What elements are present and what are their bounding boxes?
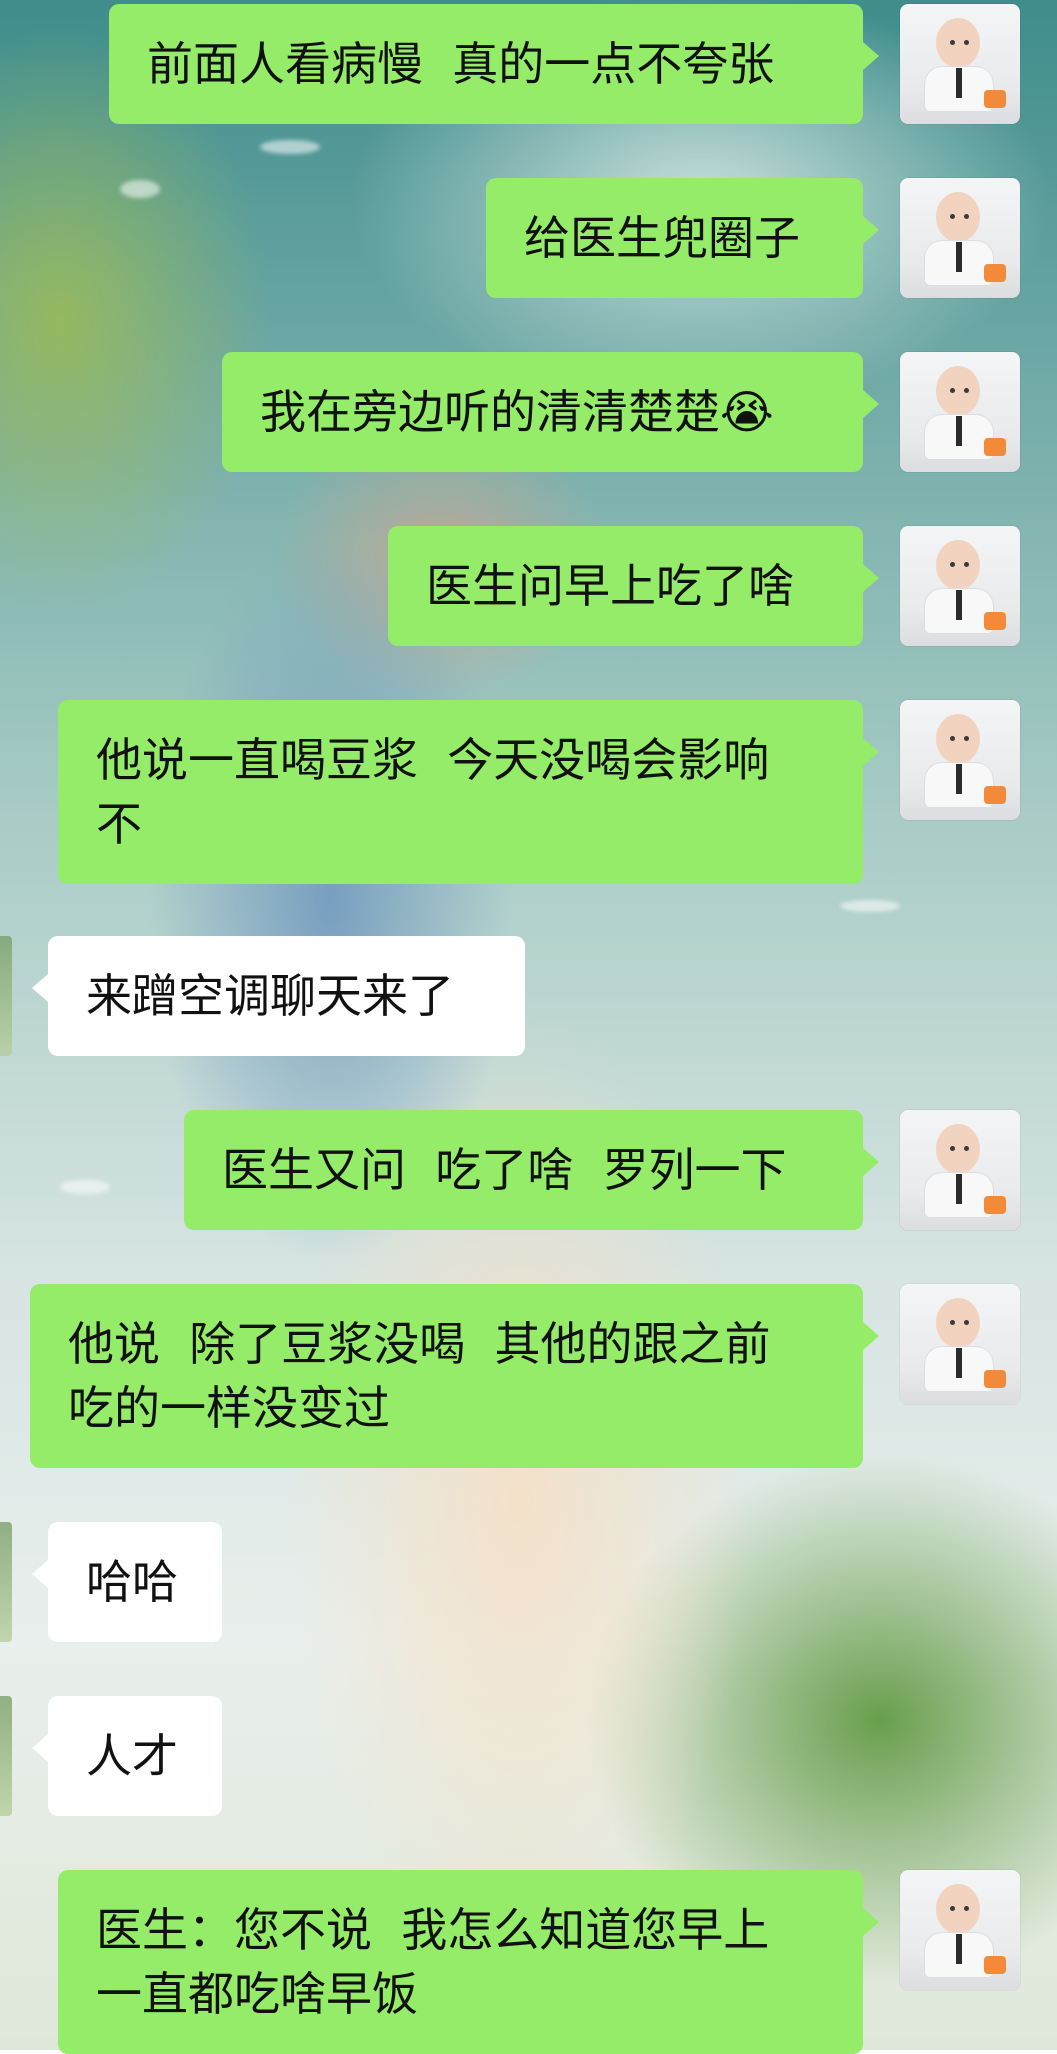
message-bubble-outgoing[interactable]: 医生：您不说 我怎么知道您早上 一直都吃啥早饭	[58, 1870, 879, 2054]
self-avatar[interactable]	[900, 1870, 1020, 1990]
message-bubble-outgoing[interactable]: 我在旁边听的清清楚楚😭	[222, 352, 879, 472]
self-avatar[interactable]	[900, 178, 1020, 298]
contact-avatar[interactable]	[0, 936, 12, 1056]
message-bubble-incoming[interactable]: 哈哈	[32, 1522, 222, 1642]
message-bubble-outgoing[interactable]: 医生问早上吃了啥	[388, 526, 879, 646]
self-avatar[interactable]	[900, 700, 1020, 820]
message-bubble-outgoing[interactable]: 他说 除了豆浆没喝 其他的跟之前 吃的一样没变过	[30, 1284, 879, 1468]
message-bubble-incoming[interactable]: 人才	[32, 1696, 222, 1816]
message-bubble-incoming[interactable]: 来蹭空调聊天来了	[32, 936, 525, 1056]
self-avatar[interactable]	[900, 526, 1020, 646]
self-avatar[interactable]	[900, 352, 1020, 472]
message-bubble-outgoing[interactable]: 前面人看病慢 真的一点不夸张	[109, 4, 879, 124]
contact-avatar[interactable]	[0, 1522, 12, 1642]
message-bubble-outgoing[interactable]: 给医生兜圈子	[486, 178, 879, 298]
self-avatar[interactable]	[900, 4, 1020, 124]
message-bubble-outgoing[interactable]: 医生又问 吃了啥 罗列一下	[184, 1110, 879, 1230]
chat-message-list[interactable]: 前面人看病慢 真的一点不夸张 给医生兜圈子 我在旁边听的清清楚楚😭 医生问早上吃…	[0, 0, 1057, 2054]
self-avatar[interactable]	[900, 1284, 1020, 1404]
contact-avatar[interactable]	[0, 1696, 12, 1816]
self-avatar[interactable]	[900, 1110, 1020, 1230]
message-bubble-outgoing[interactable]: 他说一直喝豆浆 今天没喝会影响 不	[58, 700, 879, 884]
